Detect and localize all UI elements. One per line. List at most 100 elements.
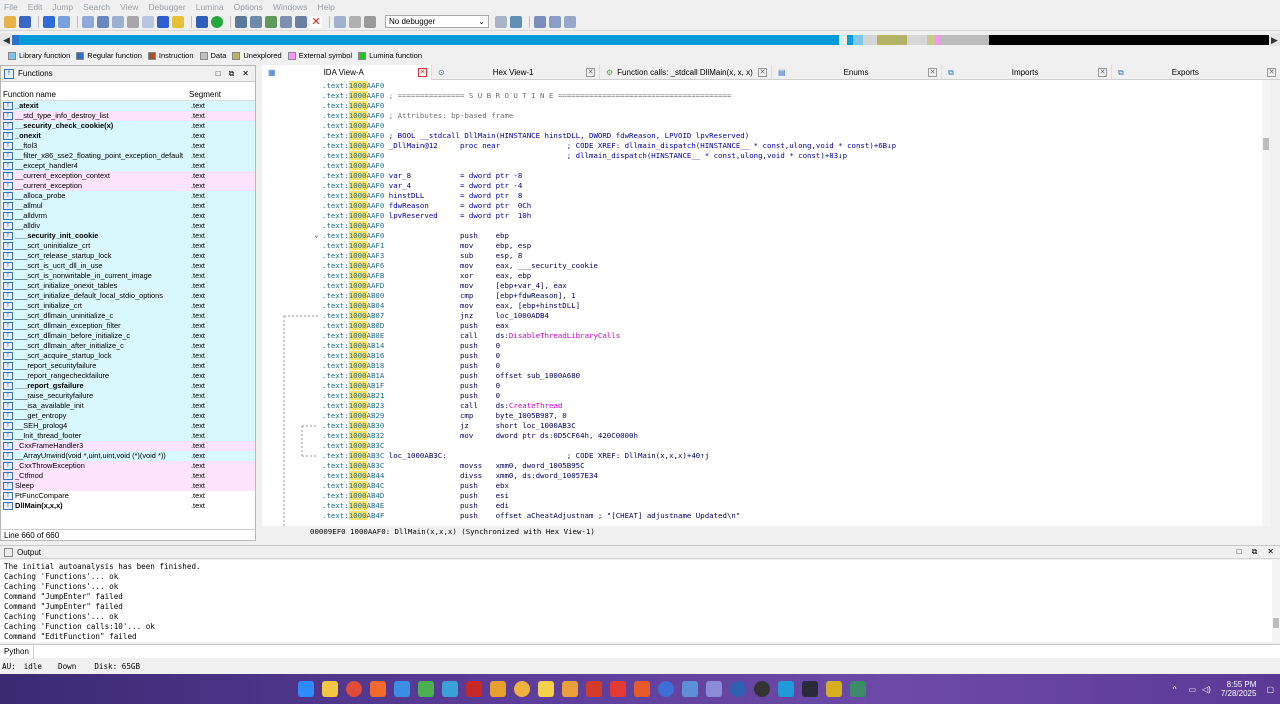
function-row[interactable]: f __alldiv .text xyxy=(1,221,255,231)
notifications-icon[interactable]: ▢ xyxy=(1266,685,1274,694)
function-row[interactable]: f ___report_securityfailure .text xyxy=(1,361,255,371)
code-line[interactable]: .text:1000AAF0 ; dllmain_dispatch(HINSTA… xyxy=(322,151,847,161)
windows-start-icon[interactable] xyxy=(298,681,314,697)
code-line[interactable]: .text:1000AB29 cmp byte_1005B987, 0 xyxy=(322,411,567,421)
package-icon[interactable] xyxy=(682,681,698,697)
function-row[interactable]: f __except_handler4 .text xyxy=(1,161,255,171)
tab-imports[interactable]: ⧉ Imports ✕ xyxy=(942,65,1112,80)
debugger-select[interactable]: No debugger ⌄ xyxy=(385,15,489,28)
function-row[interactable]: f ___scrt_dllmain_after_initialize_c .text xyxy=(1,341,255,351)
open-icon[interactable] xyxy=(4,15,16,28)
menu-windows[interactable]: Windows xyxy=(273,2,307,12)
function-row[interactable]: f ___scrt_dllmain_before_initialize_c .tex… xyxy=(1,331,255,341)
output-log[interactable]: The initial autoanalysis has been finish… xyxy=(0,560,1272,642)
doc-icon[interactable] xyxy=(706,681,722,697)
chrome-icon[interactable] xyxy=(346,681,362,697)
calls-icon[interactable] xyxy=(280,15,292,28)
api-name[interactable]: DisableThreadLibraryCalls xyxy=(509,331,620,340)
code-scrollbar[interactable] xyxy=(1262,80,1270,526)
function-row[interactable]: f ___scrt_acquire_startup_lock .text xyxy=(1,351,255,361)
function-row[interactable]: f ___report_rangecheckfailure .text xyxy=(1,371,255,381)
code-line[interactable]: .text:1000AAF0 xyxy=(322,81,384,91)
float-icon[interactable]: ⧉ xyxy=(229,69,235,79)
code-line[interactable]: .text:1000AB23 call ds:CreateThread xyxy=(322,401,562,411)
menu-help[interactable]: Help xyxy=(317,2,334,12)
string-icon[interactable] xyxy=(172,15,184,28)
tab-function-calls[interactable]: ⚙ Function calls: _stdcall DllMain(x, x,… xyxy=(600,65,772,80)
code-scrollbar-thumb[interactable] xyxy=(1263,138,1269,150)
code-line[interactable]: .text:1000AAFD mov [ebp+var_4], eax xyxy=(322,281,567,291)
flowchart-icon[interactable] xyxy=(250,15,262,28)
close-tab-icon[interactable]: ✕ xyxy=(1098,68,1107,77)
code-line[interactable]: .text:1000AB00 cmp [ebp+fdwReason], 1 xyxy=(322,291,576,301)
function-row[interactable]: f __alldvrm .text xyxy=(1,211,255,221)
menu-debugger[interactable]: Debugger xyxy=(148,2,185,12)
github-icon[interactable] xyxy=(754,681,770,697)
windows-icon[interactable] xyxy=(549,15,561,28)
menu-search[interactable]: Search xyxy=(83,2,110,12)
close-icon[interactable]: ✕ xyxy=(310,15,322,28)
game-icon[interactable] xyxy=(610,681,626,697)
function-row[interactable]: f ___scrt_dllmain_exception_filter .text xyxy=(1,321,255,331)
script-icon[interactable] xyxy=(295,15,307,28)
function-row[interactable]: f ___scrt_initialize_default_local_stdio_… xyxy=(1,291,255,301)
function-row[interactable]: f __allmul .text xyxy=(1,201,255,211)
maximize-icon[interactable]: □ xyxy=(1237,547,1242,557)
settings-icon[interactable] xyxy=(564,15,576,28)
code-line[interactable]: .text:1000AAF0 var_8 = dword ptr -8 xyxy=(322,171,522,181)
code-line[interactable]: .text:1000AAF0 xyxy=(322,121,384,131)
chevron-up-icon[interactable]: ^ xyxy=(1173,685,1177,694)
disassembly-view[interactable]: ⌄ .text:1000AAF0 .text:1000AAF0 ; =======… xyxy=(262,80,1270,526)
stop-icon[interactable] xyxy=(364,15,376,28)
function-row[interactable]: f Sleep .text xyxy=(1,481,255,491)
function-row[interactable]: f ___scrt_is_ucrt_dll_in_use .text xyxy=(1,261,255,271)
code-line[interactable]: .text:1000AB4C push ebx xyxy=(322,481,509,491)
pause-icon[interactable] xyxy=(349,15,361,28)
code-line[interactable]: .text:1000AAF0 lpvReserved = dword ptr 1… xyxy=(322,211,531,221)
tab-exports[interactable]: ⧉ Exports ✕ xyxy=(1112,65,1280,80)
volume-icon[interactable]: ◁) xyxy=(1202,685,1211,694)
code-line[interactable]: .text:1000AB07 jnz loc_1000ADB4 xyxy=(322,311,549,321)
function-row[interactable]: f ___scrt_dllmain_uninitialize_c .text xyxy=(1,311,255,321)
forward-arrow-icon[interactable] xyxy=(58,15,70,28)
code-line[interactable]: .text:1000AB4E push edi xyxy=(322,501,509,511)
menu-options[interactable]: Options xyxy=(234,2,263,12)
output-scrollbar-thumb[interactable] xyxy=(1273,618,1279,628)
function-row[interactable]: f ___scrt_initialize_crt .text xyxy=(1,301,255,311)
function-row[interactable]: f _atexit .text xyxy=(1,101,255,111)
code-line[interactable]: .text:1000AAF3 sub esp, 8 xyxy=(322,251,522,261)
menu-view[interactable]: View xyxy=(120,2,138,12)
tab-ida-view-a[interactable]: ▦ IDA View-A ✕ xyxy=(262,65,432,80)
code-line[interactable]: .text:1000AAF0 ; Attributes: bp-based fr… xyxy=(322,111,513,121)
code-line[interactable]: .text:1000AAF0 hinstDLL = dword ptr 8 xyxy=(322,191,522,201)
folder-app-icon[interactable] xyxy=(538,681,554,697)
rh-icon[interactable] xyxy=(490,681,506,697)
close-icon[interactable]: ✕ xyxy=(242,69,249,79)
function-row[interactable]: f _CxxThrowException .text xyxy=(1,461,255,471)
navigation-band[interactable]: ◀ ▶ xyxy=(0,32,1280,48)
code-icon[interactable] xyxy=(97,15,109,28)
cheese-icon[interactable] xyxy=(562,681,578,697)
code-line[interactable]: .text:1000AB21 push 0 xyxy=(322,391,500,401)
function-row[interactable]: f __SEH_prolog4 .text xyxy=(1,421,255,431)
code-line[interactable]: .text:1000AAFB xor eax, ebp xyxy=(322,271,531,281)
column-segment[interactable]: Segment xyxy=(189,90,249,99)
output-scrollbar[interactable] xyxy=(1272,560,1280,642)
down-arrow-icon[interactable] xyxy=(157,15,169,28)
function-row[interactable]: f ___isa_available_init .text xyxy=(1,401,255,411)
close-tab-icon[interactable]: ✕ xyxy=(418,68,427,77)
app-icon[interactable] xyxy=(418,681,434,697)
function-row[interactable]: f ___report_gsfailure .text xyxy=(1,381,255,391)
graph-icon[interactable] xyxy=(196,15,208,28)
chart-icon[interactable] xyxy=(235,15,247,28)
code-line[interactable]: .text:1000AB3C loc_1000AB3C: ; CODE XREF… xyxy=(322,451,709,461)
maximize-icon[interactable]: □ xyxy=(216,69,221,79)
close-icon[interactable]: ✕ xyxy=(1267,547,1274,557)
function-row[interactable]: f ___scrt_initialize_onexit_tables .text xyxy=(1,281,255,291)
terminal-icon[interactable] xyxy=(802,681,818,697)
function-row[interactable]: f PtFuncCompare .text xyxy=(1,491,255,501)
function-row[interactable]: f __Init_thread_footer .text xyxy=(1,431,255,441)
menu-lumina[interactable]: Lumina xyxy=(196,2,224,12)
menu-file[interactable]: File xyxy=(4,2,18,12)
function-row[interactable]: f ___security_init_cookie .text xyxy=(1,231,255,241)
